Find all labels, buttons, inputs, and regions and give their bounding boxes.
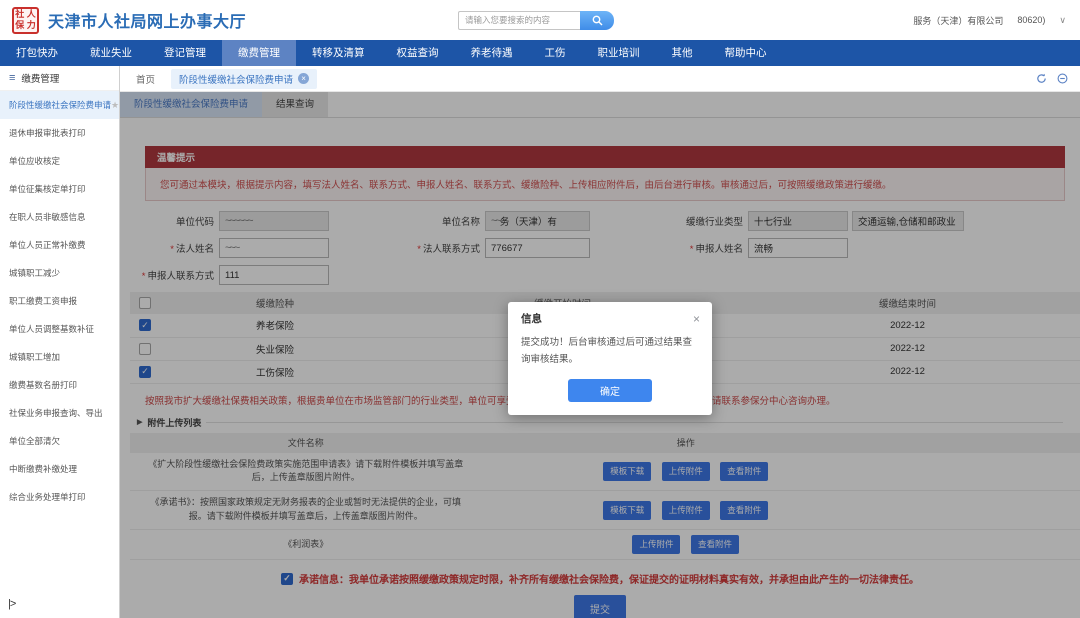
logo-char: 保 — [14, 20, 26, 32]
user-area: 服务（天津）有限公司 80620) ∨ — [913, 14, 1066, 27]
main-area: 首页 阶段性缓缴社会保险费申请 × 阶段性缓缴社会保险费申请 — [120, 66, 1080, 618]
breadcrumb: 首页 阶段性缓缴社会保险费申请 × — [120, 66, 1080, 92]
nav-item-pension[interactable]: 养老待遇 — [455, 40, 529, 66]
favorite-star-icon[interactable]: ★ — [111, 100, 119, 111]
logo-char: 人 — [26, 9, 38, 21]
breadcrumb-tab-label: 阶段性缓缴社会保险费申请 — [179, 72, 293, 86]
sidebar-item-staff-decrease[interactable]: 城镇职工减少 — [0, 259, 119, 287]
nav-item-training[interactable]: 职业培训 — [582, 40, 656, 66]
sidebar-item-base-roster-print[interactable]: 缴费基数名册打印 — [0, 371, 119, 399]
sidebar-collapse-icon[interactable]: |> — [8, 598, 15, 610]
search-icon — [592, 15, 603, 26]
refresh-icon[interactable] — [1036, 73, 1047, 84]
logo-char: 社 — [14, 9, 26, 21]
sidebar-title: 缴费管理 — [21, 71, 59, 85]
sidebar-item-base-adjust[interactable]: 单位人员调整基数补征 — [0, 315, 119, 343]
sidebar-item-wage-declare[interactable]: 职工缴费工资申报 — [0, 287, 119, 315]
page: 社人保力 天津市人社局网上办事大厅 服务（天津）有限公司 80620) ∨ 打包… — [0, 0, 1080, 618]
sidebar-item-nonsensitive-info[interactable]: 在职人员非敏感信息 — [0, 203, 119, 231]
tab-options-icon[interactable] — [1057, 73, 1068, 84]
sidebar-item-label: 阶段性缓缴社会保险费申请 — [9, 99, 111, 111]
chevron-down-icon[interactable]: ∨ — [1059, 15, 1066, 26]
nav-item-employment[interactable]: 就业失业 — [74, 40, 148, 66]
sidebar-item-declare-query-export[interactable]: 社保业务申报查询、导出 — [0, 399, 119, 427]
sidebar-item-levy-print[interactable]: 单位征集核定单打印 — [0, 175, 119, 203]
nav-item-injury[interactable]: 工伤 — [529, 40, 582, 66]
main-nav: 打包快办 就业失业 登记管理 缴费管理 转移及清算 权益查询 养老待遇 工伤 职… — [0, 40, 1080, 66]
close-tab-icon[interactable]: × — [298, 73, 309, 84]
sidebar-item-supplement-pay[interactable]: 单位人员正常补缴费 — [0, 231, 119, 259]
sidebar-item-retire-print[interactable]: 退休申报审批表打印 — [0, 119, 119, 147]
dialog-title: 信息 — [521, 311, 542, 326]
nav-item-rights-query[interactable]: 权益查询 — [381, 40, 455, 66]
sidebar-item-comprehensive-print[interactable]: 综合业务处理单打印 — [0, 483, 119, 511]
close-icon[interactable]: × — [693, 313, 700, 325]
sidebar-item-receivable[interactable]: 单位应收核定 — [0, 147, 119, 175]
search-button[interactable] — [580, 11, 614, 30]
confirm-button[interactable]: 确定 — [568, 379, 652, 402]
sidebar-item-clear-arrears[interactable]: 单位全部清欠 — [0, 427, 119, 455]
message-dialog: 信息 × 提交成功！后台审核通过后可通过结果查询审核结果。 确定 — [508, 302, 712, 415]
logo-char: 力 — [26, 20, 38, 32]
nav-item-transfer[interactable]: 转移及清算 — [296, 40, 381, 66]
list-menu-icon: ≡ — [9, 72, 15, 84]
search-bar — [458, 11, 614, 30]
breadcrumb-active-tab[interactable]: 阶段性缓缴社会保险费申请 × — [171, 69, 317, 89]
sidebar-item-deferral-apply[interactable]: 阶段性缓缴社会保险费申请 ★ — [0, 91, 119, 119]
site-title: 天津市人社局网上办事大厅 — [48, 8, 246, 32]
dialog-message: 提交成功！后台审核通过后可通过结果查询审核结果。 — [508, 329, 712, 374]
top-header: 社人保力 天津市人社局网上办事大厅 服务（天津）有限公司 80620) ∨ — [0, 0, 1080, 40]
sidebar-item-interrupt-supplement[interactable]: 中断缴费补缴处理 — [0, 455, 119, 483]
nav-item-registration[interactable]: 登记管理 — [148, 40, 222, 66]
nav-item-other[interactable]: 其他 — [656, 40, 709, 66]
company-name: 服务（天津）有限公司 — [913, 14, 1003, 27]
sidebar-header: ≡ 缴费管理 — [0, 66, 119, 91]
search-input[interactable] — [458, 11, 580, 30]
nav-item-help[interactable]: 帮助中心 — [709, 40, 783, 66]
breadcrumb-home[interactable]: 首页 — [136, 72, 155, 86]
nav-item-package[interactable]: 打包快办 — [0, 40, 74, 66]
sidebar: ≡ 缴费管理 阶段性缓缴社会保险费申请 ★ 退休申报审批表打印 单位应收核定 单… — [0, 66, 120, 618]
sidebar-item-staff-increase[interactable]: 城镇职工增加 — [0, 343, 119, 371]
nav-item-payment[interactable]: 缴费管理 — [222, 40, 296, 66]
hrss-seal-logo-icon: 社人保力 — [12, 7, 39, 34]
company-code: 80620) — [1017, 15, 1045, 25]
